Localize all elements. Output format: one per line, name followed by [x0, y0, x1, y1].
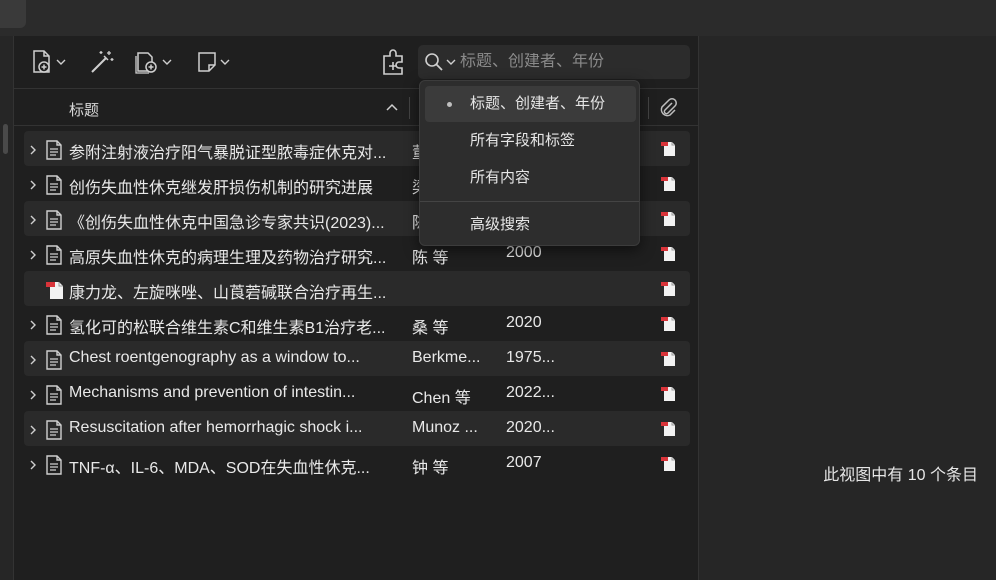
library-tab[interactable]	[0, 0, 26, 28]
document-icon	[44, 314, 64, 341]
document-icon	[44, 209, 64, 236]
new-note-button[interactable]	[196, 48, 230, 76]
item-year: 2022...	[506, 384, 555, 401]
attachments-column-icon[interactable]	[657, 97, 679, 119]
expand-chevron-icon[interactable]	[28, 318, 38, 336]
pdf-attachment-icon[interactable]	[660, 420, 678, 443]
sort-ascending-icon[interactable]	[386, 102, 398, 112]
search-mode-chevron-icon[interactable]	[446, 57, 456, 67]
document-icon	[44, 139, 64, 166]
expand-chevron-icon[interactable]	[28, 213, 38, 231]
pane-resize-handle[interactable]	[3, 124, 8, 154]
pdf-attachment-icon[interactable]	[660, 175, 678, 198]
column-divider[interactable]	[648, 97, 649, 119]
expand-chevron-icon[interactable]	[28, 143, 38, 161]
menu-item-everything[interactable]: 所有内容	[425, 160, 636, 196]
title-column-header[interactable]: 标题	[69, 99, 99, 120]
menu-item-label: 高级搜索	[470, 216, 531, 233]
item-title: 创伤失血性休克继发肝损伤机制的研究进展	[69, 180, 374, 197]
item-title: Chest roentgenography as a window to...	[69, 349, 360, 366]
chevron-down-icon	[162, 59, 172, 65]
item-year: 2020...	[506, 419, 555, 436]
pdf-attachment-icon[interactable]	[660, 315, 678, 338]
pdf-attachment-icon[interactable]	[660, 245, 678, 268]
item-title: TNF-α、IL-6、MDA、SOD在失血性休克...	[69, 460, 370, 477]
locate-button[interactable]	[380, 48, 408, 76]
item-creator: 陈 等	[412, 250, 449, 267]
item-title: Resuscitation after hemorrhagic shock i.…	[69, 419, 363, 436]
menu-separator	[420, 201, 639, 202]
expand-chevron-icon[interactable]	[28, 248, 38, 266]
expand-chevron-icon[interactable]	[28, 178, 38, 196]
puzzle-plugin-icon	[383, 49, 403, 75]
expand-chevron-icon[interactable]	[28, 423, 38, 441]
menu-item-all-fields-tags[interactable]: 所有字段和标签	[425, 123, 636, 159]
search-input[interactable]	[460, 53, 670, 71]
menu-item-label: 标题、创建者、年份	[470, 95, 606, 112]
item-year: 2000	[506, 244, 542, 261]
pdf-attachment-icon[interactable]	[660, 210, 678, 233]
item-year: 2007	[506, 454, 542, 471]
item-creator: 钟 等	[412, 460, 449, 477]
pdf-attachment-icon[interactable]	[660, 350, 678, 373]
menu-item-label: 所有内容	[470, 169, 531, 186]
search-mode-menu: 标题、创建者、年份 所有字段和标签 所有内容 高级搜索	[419, 80, 640, 246]
pdf-attachment-icon[interactable]	[660, 140, 678, 163]
selected-dot-icon	[447, 102, 452, 107]
item-creator: Munoz ...	[412, 419, 478, 436]
item-count-message: 此视图中有 10 个条目	[823, 467, 978, 484]
attachment-add-icon	[135, 52, 157, 74]
magic-wand-icon	[91, 51, 114, 73]
item-row[interactable]: Chest roentgenography as a window to... B…	[24, 341, 690, 376]
menu-item-label: 所有字段和标签	[470, 132, 576, 149]
item-row[interactable]: 康力龙、左旋咪唑、山莨菪碱联合治疗再生...	[24, 271, 690, 306]
collections-pane-collapsed	[0, 36, 14, 580]
item-pane: 此视图中有 10 个条目	[698, 36, 996, 580]
search-box[interactable]	[418, 45, 690, 79]
menu-item-title-creator-year[interactable]: 标题、创建者、年份	[425, 86, 636, 122]
item-year: 1975...	[506, 349, 555, 366]
document-icon	[44, 454, 64, 481]
expand-chevron-icon[interactable]	[28, 458, 38, 476]
chevron-down-icon	[220, 59, 230, 65]
item-row[interactable]: 氢化可的松联合维生素C和维生素B1治疗老... 桑 等 2020	[24, 306, 690, 341]
chevron-down-icon	[56, 59, 66, 65]
new-item-button[interactable]	[30, 48, 66, 76]
item-title: 参附注射液治疗阳气暴脱证型脓毒症休克对...	[69, 145, 387, 162]
item-creator: Berkme...	[412, 349, 481, 366]
pdf-attachment-icon[interactable]	[660, 280, 678, 303]
tab-strip	[0, 0, 996, 36]
document-icon	[44, 384, 64, 411]
item-row[interactable]: TNF-α、IL-6、MDA、SOD在失血性休克... 钟 等 2007	[24, 446, 690, 481]
pdf-attachment-icon[interactable]	[660, 455, 678, 478]
document-icon	[44, 349, 64, 376]
item-row[interactable]: Resuscitation after hemorrhagic shock i.…	[24, 411, 690, 446]
item-row[interactable]: Mechanisms and prevention of intestin...…	[24, 376, 690, 411]
note-icon	[198, 52, 216, 72]
new-attachment-button[interactable]	[134, 48, 172, 76]
menu-item-advanced-search[interactable]: 高级搜索	[425, 207, 636, 243]
pdf-attachment-icon[interactable]	[660, 385, 678, 408]
item-title: Mechanisms and prevention of intestin...	[69, 384, 356, 401]
item-title: 康力龙、左旋咪唑、山莨菪碱联合治疗再生...	[69, 285, 387, 302]
document-icon	[44, 419, 64, 446]
document-icon	[44, 174, 64, 201]
item-creator: Chen 等	[412, 390, 471, 407]
expand-chevron-icon[interactable]	[28, 388, 38, 406]
add-by-identifier-button[interactable]	[88, 48, 116, 76]
pdf-icon	[44, 279, 66, 306]
column-divider[interactable]	[409, 97, 410, 119]
item-title: 高原失血性休克的病理生理及药物治疗研究...	[69, 250, 387, 267]
item-title: 氢化可的松联合维生素C和维生素B1治疗老...	[69, 320, 386, 337]
item-title: 《创伤失血性休克中国急诊专家共识(2023)...	[69, 215, 385, 232]
document-icon	[44, 244, 64, 271]
item-creator: 桑 等	[412, 320, 449, 337]
new-item-icon	[33, 50, 50, 73]
expand-chevron-icon[interactable]	[28, 353, 38, 371]
item-year: 2020	[506, 314, 542, 331]
search-icon	[425, 53, 443, 71]
